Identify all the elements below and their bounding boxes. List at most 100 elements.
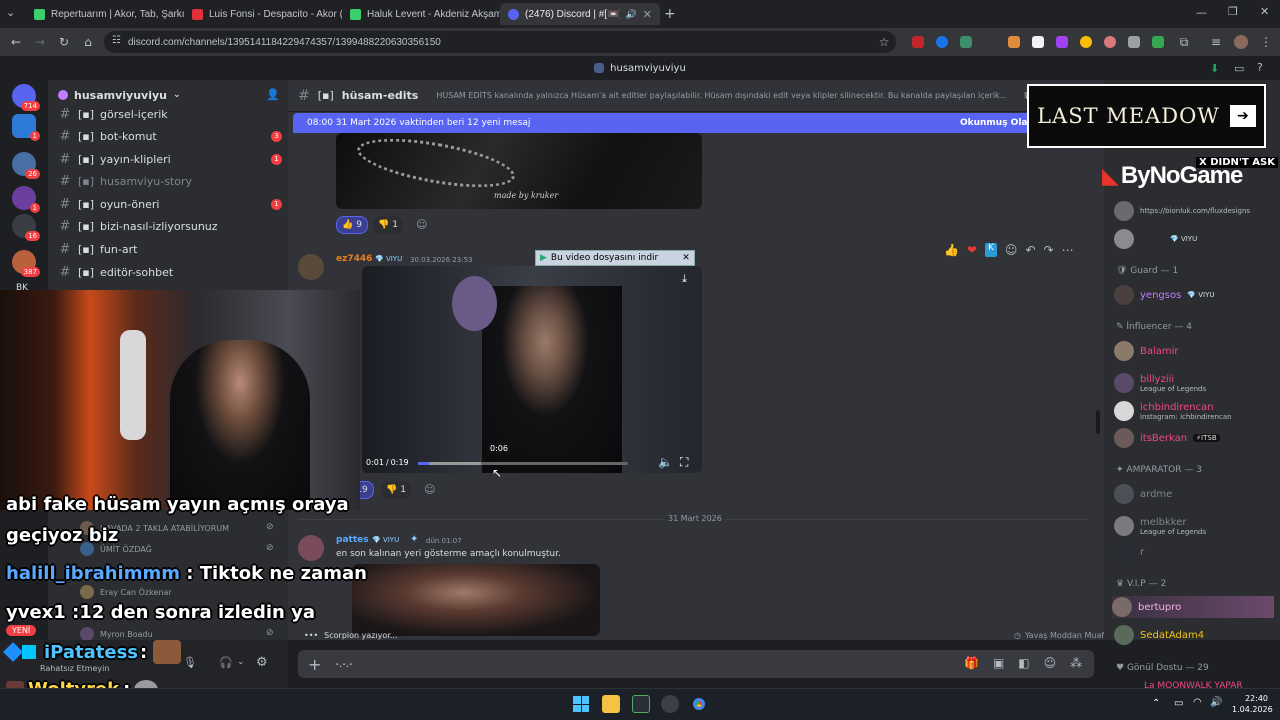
site-info-icon[interactable]: ☷ — [112, 35, 121, 46]
help-icon[interactable]: ? — [1257, 61, 1263, 74]
adblock-extension-icon[interactable] — [912, 36, 924, 48]
member-item[interactable]: itsBerkan ⚡ITSB — [1114, 427, 1274, 449]
wifi-icon[interactable]: ◠ — [1193, 697, 1202, 708]
member-item[interactable]: 💎 VIYU — [1114, 228, 1274, 250]
terminal-icon[interactable] — [632, 695, 650, 713]
chevron-down-icon[interactable]: ⌄ — [237, 657, 245, 667]
server-icon[interactable]: 387 — [12, 250, 40, 277]
speaker-icon[interactable]: 🔊 — [626, 9, 637, 20]
server-icon[interactable]: 16 — [12, 214, 40, 241]
clock[interactable]: 22:40 1.04.2026 — [1232, 693, 1273, 715]
back-icon[interactable]: ← — [8, 34, 24, 50]
inbox-icon[interactable]: ▭ — [1234, 62, 1244, 75]
volume-icon[interactable]: 🔊 — [1210, 697, 1222, 708]
message-attachment-image[interactable] — [352, 564, 600, 636]
chrome-icon[interactable] — [690, 695, 708, 713]
message-attachment-image[interactable]: made by kruker — [336, 133, 702, 209]
browser-tab-active[interactable]: (2476) Discord | #[📼]hüsa 🔊 ✕ — [500, 3, 660, 25]
download-icon[interactable]: ⤓ — [682, 272, 687, 286]
volume-icon[interactable]: 🔈 — [658, 455, 673, 469]
add-reaction-icon[interactable]: ☺ — [1005, 243, 1018, 257]
quick-react-heart-icon[interactable]: ❤ — [967, 243, 977, 257]
member-item[interactable]: yengsos 💎 VIYU — [1114, 284, 1274, 306]
quick-react-k-icon[interactable]: K — [985, 243, 997, 257]
apps-icon[interactable]: ⁂ — [1070, 656, 1082, 670]
browser-tab[interactable]: Repertuarım | Akor, Tab, Şarkı S ✕ — [26, 3, 184, 25]
member-item[interactable]: ichbindirencan instagram: ichbindirencan — [1114, 398, 1274, 424]
windows-icon[interactable] — [573, 696, 589, 712]
member-item[interactable]: ardme — [1114, 483, 1274, 505]
new-tab-button[interactable]: + — [664, 6, 676, 22]
menu-icon[interactable]: ⋮ — [1258, 34, 1274, 50]
server-icon[interactable]: 26 — [12, 152, 40, 179]
more-options-icon[interactable]: ⋯ — [1062, 243, 1074, 257]
extension-icon[interactable] — [1104, 36, 1116, 48]
browser-tab[interactable]: Luis Fonsi - Despacito - Akor ( ✕ — [184, 3, 342, 25]
folder-icon[interactable] — [602, 695, 620, 713]
avatar[interactable] — [298, 535, 324, 561]
extension-icon[interactable] — [936, 36, 948, 48]
extension-icon[interactable] — [960, 36, 972, 48]
channel-item[interactable]: # [▪] husamviyu-story — [58, 171, 282, 191]
close-icon[interactable]: ✕ — [643, 8, 652, 21]
add-reaction-icon[interactable]: ☺ — [416, 218, 427, 231]
voice-user[interactable]: Eray Can Özkenar — [80, 585, 172, 599]
extension-icon[interactable] — [1008, 36, 1020, 48]
shield-icon[interactable] — [1128, 36, 1140, 48]
channel-item[interactable]: # [▪] görsel-içerik — [58, 104, 282, 124]
reaction-thumbs-down[interactable]: 👎 1 — [373, 216, 403, 234]
channel-item[interactable]: # [▪] bot-komut 3 — [58, 126, 282, 146]
message-author[interactable]: pattes — [336, 535, 369, 545]
member-item-highlighted[interactable]: bertupro — [1112, 596, 1274, 618]
channel-item[interactable]: # [▪] yayın-klipleri 1 — [58, 149, 282, 169]
member-item[interactable]: billyziii League of Legends — [1114, 370, 1274, 396]
scrollbar[interactable] — [1096, 410, 1100, 434]
home-icon[interactable]: ⌂ — [80, 34, 96, 50]
member-item[interactable]: r — [1114, 541, 1274, 563]
add-reaction-icon[interactable]: ☺ — [424, 483, 435, 496]
member-item[interactable]: Balamir — [1114, 340, 1274, 362]
plus-icon[interactable]: + — [308, 655, 321, 674]
avatar[interactable] — [298, 254, 324, 280]
new-messages-bar[interactable]: 08:00 31 Mart 2026 vaktinden beri 12 yen… — [293, 113, 1044, 133]
quick-react-thumbs-icon[interactable]: 👍 — [944, 243, 959, 257]
close-icon[interactable]: ✕ — [682, 253, 690, 263]
server-icon[interactable]: 1 — [12, 114, 40, 141]
member-item[interactable]: melbkker League of Legends — [1114, 513, 1274, 539]
tab-search-icon[interactable]: ⌄ — [6, 6, 22, 22]
server-name-header[interactable]: husamviyuviyu ⌄ — [58, 84, 278, 106]
gift-icon[interactable]: 🎁 — [964, 656, 979, 670]
channel-topic[interactable]: HÜSAM EDİTS kanalında yalnızca Hüsam'a a… — [436, 91, 1006, 100]
forward-icon[interactable]: ↷ — [1044, 243, 1054, 257]
browser-tab[interactable]: Haluk Levent - Akdeniz Akşaml ✕ — [342, 3, 500, 25]
member-item[interactable]: SedatAdam4 — [1114, 624, 1274, 646]
maximize-icon[interactable]: ❐ — [1228, 5, 1238, 18]
mic-icon[interactable]: 🎙 — [183, 656, 197, 669]
reaction-thumbs-down[interactable]: 👎 1 — [381, 481, 411, 499]
steam-icon[interactable] — [661, 695, 679, 713]
sticker-icon[interactable]: ◧ — [1018, 656, 1029, 670]
gif-icon[interactable]: ▣ — [993, 656, 1004, 670]
video-seek-bar[interactable] — [418, 462, 628, 465]
ad-banner[interactable]: LAST MEADOW ➔ — [1027, 84, 1266, 148]
extension-icon[interactable] — [1032, 36, 1044, 48]
headphones-icon[interactable]: 🎧 — [219, 656, 233, 669]
message-author[interactable]: ez7446 — [336, 254, 372, 264]
channel-item[interactable]: # [▪] bizi-nasıl-izliyorsunuz — [58, 216, 282, 236]
add-member-icon[interactable]: 👤 — [266, 88, 280, 101]
extension-icon[interactable] — [1152, 36, 1164, 48]
minimize-icon[interactable]: — — [1196, 6, 1207, 19]
window-close-icon[interactable]: ✕ — [1260, 5, 1269, 18]
reading-list-icon[interactable]: ≡ — [1208, 34, 1224, 50]
reload-icon[interactable]: ↻ — [56, 34, 72, 50]
member-item[interactable]: https://bionluk.com/fluxdesigns — [1114, 200, 1274, 222]
reply-icon[interactable]: ↶ — [1025, 243, 1035, 257]
address-bar[interactable]: ☷ discord.com/channels/13951411842294743… — [104, 31, 896, 53]
reaction-thumbs-up[interactable]: 👍 9 — [336, 216, 368, 234]
download-update-icon[interactable]: ⬇ — [1210, 62, 1219, 75]
settings-icon[interactable]: ⚙ — [256, 655, 268, 670]
video-player[interactable]: 0:06 0:01/0:19 🔈 ⛶ ⤓ — [362, 266, 702, 473]
forward-icon[interactable]: → — [32, 34, 48, 50]
profile-avatar[interactable] — [1234, 35, 1248, 49]
server-icon[interactable]: 1 — [12, 186, 40, 213]
